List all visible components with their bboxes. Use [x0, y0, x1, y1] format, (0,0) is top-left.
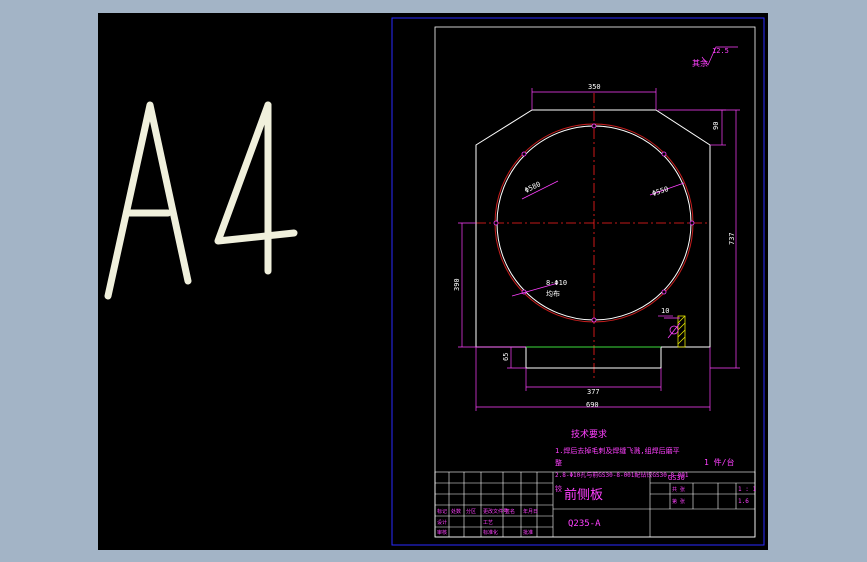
- dim-overall-width: 690: [586, 401, 599, 409]
- tech-line-1: 1.焊后去掉毛刺及焊缝飞溅,组焊后磨平: [555, 446, 680, 455]
- weight: 1.6: [738, 498, 749, 505]
- part-name: 前侧板: [564, 487, 603, 503]
- dim-holes: 8-Φ10: [546, 279, 567, 287]
- drawing-viewport[interactable]: A4: [98, 13, 768, 550]
- drawing-number: GS30: [668, 474, 685, 482]
- tb-label-mark: 标记: [437, 508, 447, 515]
- scale: 1 : 1: [738, 486, 756, 493]
- weld-symbol: [664, 317, 681, 339]
- tb-role-review: 审核: [437, 529, 447, 536]
- tech-line-1-cont: 整: [555, 458, 562, 467]
- dim-slot-width: 377: [587, 388, 600, 396]
- dim-weld-size: 10: [661, 307, 669, 315]
- dim-top-width: 350: [588, 83, 601, 91]
- tb-sheet2: 第 张: [672, 498, 685, 505]
- centerlines: [476, 93, 710, 379]
- tb-label-count: 处数: [451, 508, 461, 515]
- tb-sheet: 共 张: [672, 486, 685, 493]
- tech-line-3: 铰: [555, 484, 562, 493]
- tb-role-process: 工艺: [483, 520, 493, 526]
- dimension-lines: [458, 46, 740, 411]
- material: Q235-A: [568, 519, 601, 529]
- tb-role-design: 设计: [437, 519, 447, 526]
- dim-holes-note: 均布: [546, 289, 560, 298]
- tb-approve: 批准: [523, 529, 533, 536]
- cad-drawing[interactable]: A4: [98, 13, 768, 550]
- tech-title: 技术要求: [571, 428, 607, 440]
- weld-hatch: [677, 315, 686, 348]
- dim-overall-height: 737: [728, 232, 736, 245]
- dim-top-offset: 90: [712, 122, 720, 130]
- quantity: 1 件/台: [704, 457, 734, 467]
- dim-foot-height: 65: [502, 353, 510, 361]
- tb-label-zone: 分区: [466, 508, 476, 515]
- a4-banner: A4: [98, 13, 298, 300]
- tb-label-date: 年月日: [523, 508, 538, 515]
- tb-label-sign: 签名: [505, 508, 515, 515]
- dim-side-height: 390: [453, 278, 461, 291]
- dim-circle-large: Φ580: [523, 180, 542, 195]
- dim-circle-small: Φ550: [651, 185, 670, 198]
- banner-text: A4: [98, 13, 119, 17]
- roughness-label: 其余: [692, 58, 708, 68]
- tb-std: 标准化: [483, 529, 498, 536]
- roughness-value: 12.5: [712, 47, 729, 55]
